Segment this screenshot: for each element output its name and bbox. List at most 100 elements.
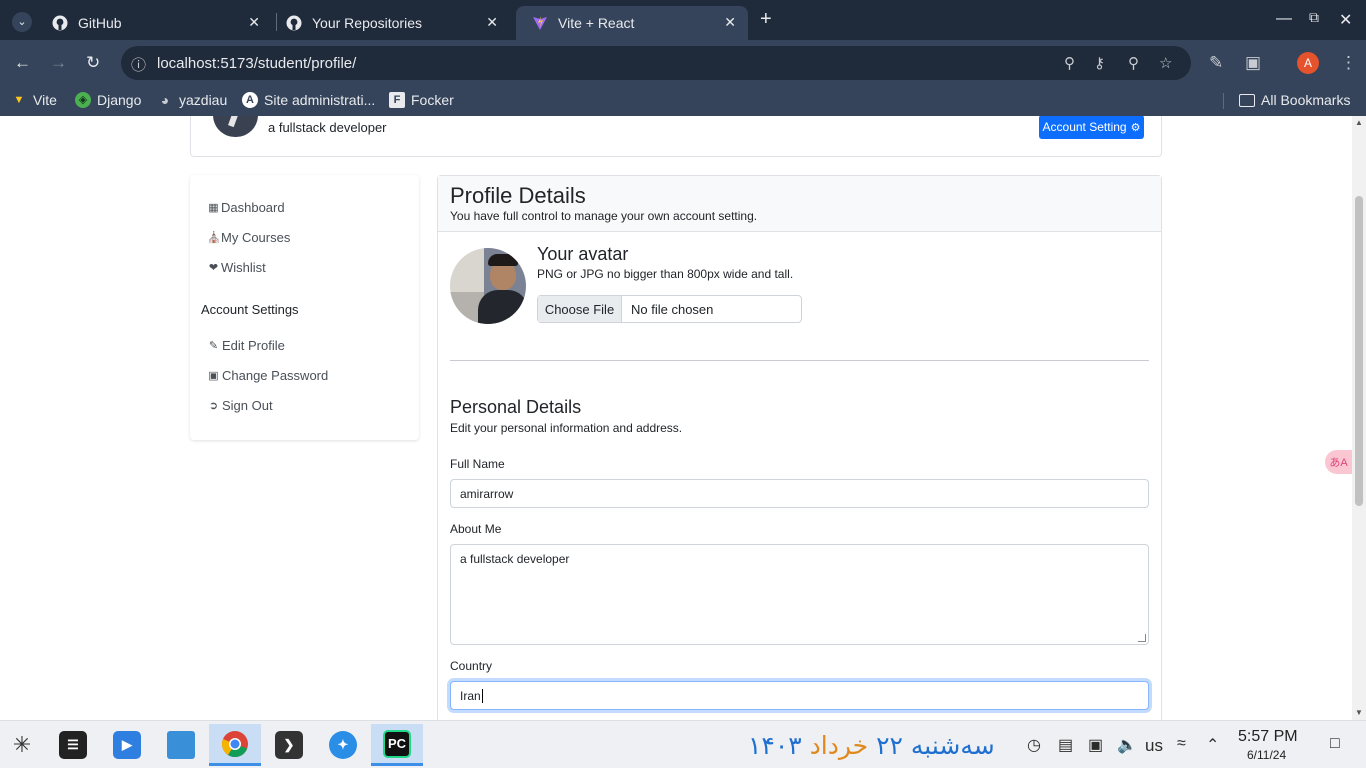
vpn-app-icon[interactable]: ✦	[323, 724, 363, 766]
location-pin-icon[interactable]: ⚲	[1064, 54, 1075, 72]
address-bar[interactable]: ⓘ localhost:5173/student/profile/ ⚲ ⚷ ⚲ …	[121, 46, 1191, 80]
choose-file-button[interactable]: Choose File	[538, 296, 622, 322]
personal-details-heading: Personal Details	[450, 397, 582, 417]
tab-github[interactable]: GitHub ✕	[36, 6, 272, 40]
bookmark-label: Focker	[411, 92, 454, 108]
profile-avatar[interactable]: A	[1297, 52, 1319, 74]
chevron-up-icon[interactable]: ⌃	[1206, 735, 1219, 755]
page-scrollbar[interactable]: ▲ ▼	[1352, 116, 1366, 720]
forward-arrow-icon[interactable]: →	[50, 54, 67, 71]
django-icon: ◈	[75, 92, 91, 108]
sidebar-item-edit-profile[interactable]: ✎ Edit Profile	[207, 338, 285, 353]
launcher-glyph: ✳	[12, 732, 32, 757]
back-arrow-icon[interactable]: ←	[14, 54, 31, 71]
more-menu-icon[interactable]: ⋮	[1340, 53, 1357, 73]
sidebar-item-sign-out[interactable]: ➲ Sign Out	[207, 398, 273, 413]
full-name-input[interactable]: amirarrow	[450, 479, 1149, 508]
account-settings-heading: Account Settings	[201, 302, 299, 317]
edit-icon: ✎	[208, 340, 219, 352]
sidebar-item-label: Wishlist	[221, 260, 266, 275]
scroll-down-arrow-icon[interactable]: ▼	[1355, 708, 1363, 717]
minimize-icon[interactable]: —	[1276, 10, 1292, 28]
close-icon[interactable]: ✕	[724, 14, 736, 31]
settings-app-icon[interactable]: ☰	[53, 724, 93, 766]
all-bookmarks-button[interactable]: All Bookmarks	[1239, 92, 1350, 108]
key-icon[interactable]: ⚷	[1094, 54, 1105, 72]
bookmark-site-administration[interactable]: A Site administrati...	[242, 92, 375, 108]
avatar-file-input[interactable]: Choose File No file chosen	[537, 295, 802, 323]
update-icon[interactable]: ◷	[1027, 735, 1041, 755]
about-me-label: About Me	[450, 522, 502, 536]
sidebar-item-change-password[interactable]: ▣ Change Password	[207, 368, 328, 383]
close-icon[interactable]: ✕	[486, 14, 498, 31]
scroll-up-arrow-icon[interactable]: ▲	[1355, 118, 1363, 127]
sidebar-item-wishlist[interactable]: ❤ Wishlist	[207, 260, 266, 275]
chrome-app-icon[interactable]	[209, 724, 261, 766]
bookmark-yazdiau[interactable]: ◕ yazdiau	[157, 92, 228, 108]
browser-tab-strip: ⌄ GitHub ✕ Your Repositories ✕ Vite + Re…	[0, 0, 1366, 40]
zoom-icon[interactable]: ⚲	[1128, 54, 1139, 72]
translate-icon[interactable]: あA	[1325, 450, 1352, 474]
clipboard-icon[interactable]: ▤	[1058, 735, 1073, 755]
files-app-icon[interactable]	[161, 724, 201, 766]
tab-vite-react[interactable]: Vite + React ✕	[516, 6, 748, 40]
bookmark-label: Site administrati...	[264, 92, 376, 108]
url-text[interactable]: localhost:5173/student/profile/	[157, 55, 356, 72]
sidebar: ▦ Dashboard ⛪ My Courses ❤ Wishlist Acco…	[190, 175, 419, 440]
account-setting-button[interactable]: Account Setting ⚙	[1039, 116, 1144, 139]
clock-date[interactable]: 6/11/24	[1247, 748, 1286, 762]
pycharm-glyph: PC	[383, 729, 411, 758]
bookmark-star-icon[interactable]: ☆	[1159, 54, 1172, 72]
volume-icon[interactable]: 🔈	[1117, 735, 1137, 755]
new-tab-button[interactable]: +	[760, 8, 772, 31]
about-me-textarea[interactable]: a fullstack developer	[450, 544, 1149, 645]
github-icon	[52, 15, 68, 31]
country-input[interactable]: Iran	[450, 681, 1149, 710]
scroll-thumb[interactable]	[1355, 196, 1363, 506]
os-taskbar: ✳ ☰ ▶ ❯ ✦ PC سه‌شنبه ۲۲ خرداد ۱۴۰۳ ◷ ▤ ▣…	[0, 720, 1366, 768]
resize-handle[interactable]	[1138, 634, 1146, 642]
show-desktop-icon[interactable]: □	[1330, 735, 1340, 753]
avatar-body	[478, 290, 526, 324]
pycharm-app-icon[interactable]: PC	[371, 724, 423, 766]
bookmark-focker[interactable]: F Focker	[389, 92, 454, 108]
maximize-icon[interactable]: ⧉	[1309, 9, 1319, 26]
country-value: Iran	[460, 688, 481, 703]
gear-icon: ⚙	[1130, 121, 1141, 134]
browser-toolbar: ← → ↻ ⓘ localhost:5173/student/profile/ …	[0, 40, 1366, 86]
edit-pen-icon[interactable]: ✎	[1209, 53, 1223, 73]
app-launcher-icon[interactable]: ✳	[2, 724, 42, 766]
full-name-label: Full Name	[450, 457, 505, 471]
jalali-day: ۲۲	[876, 731, 903, 760]
vault-icon[interactable]: ▣	[1088, 735, 1103, 755]
store-app-icon[interactable]: ▶	[107, 724, 147, 766]
globe-icon: ◕	[160, 92, 170, 108]
site-info-icon[interactable]: ⓘ	[131, 54, 146, 75]
lock-icon: ▣	[208, 370, 219, 382]
focker-icon: F	[389, 92, 405, 108]
all-bookmarks-label: All Bookmarks	[1261, 92, 1351, 108]
clock-time[interactable]: 5:57 PM	[1238, 728, 1298, 746]
tab-search-button[interactable]: ⌄	[12, 12, 32, 32]
sidebar-item-dashboard[interactable]: ▦ Dashboard	[207, 200, 284, 215]
vpn-glyph: ✦	[329, 731, 357, 759]
avatar-hair	[488, 254, 518, 266]
extensions-puzzle-icon[interactable]: ▣	[1245, 53, 1261, 73]
bookmark-django[interactable]: ◈ Django	[75, 92, 141, 108]
github-icon	[286, 15, 302, 31]
jalali-date: سه‌شنبه ۲۲ خرداد ۱۴۰۳	[748, 731, 995, 760]
close-window-icon[interactable]: ✕	[1339, 10, 1352, 30]
close-icon[interactable]: ✕	[248, 14, 260, 31]
page-subtitle: You have full control to manage your own…	[450, 209, 758, 223]
keyboard-layout[interactable]: us	[1145, 736, 1163, 756]
heart-icon: ❤	[208, 262, 219, 274]
bookmarks-bar: ▼ Vite ◈ Django ◕ yazdiau A Site adminis…	[0, 86, 1366, 116]
terminal-app-icon[interactable]: ❯	[269, 724, 309, 766]
sidebar-item-label: Sign Out	[222, 398, 273, 413]
avatar-heading: Your avatar	[537, 244, 629, 264]
bookmark-vite[interactable]: ▼ Vite	[11, 92, 57, 108]
wifi-icon[interactable]: ≈	[1177, 735, 1186, 753]
sidebar-item-my-courses[interactable]: ⛪ My Courses	[207, 230, 290, 245]
reload-icon[interactable]: ↻	[86, 54, 100, 71]
tab-your-repositories[interactable]: Your Repositories ✕	[270, 6, 510, 40]
